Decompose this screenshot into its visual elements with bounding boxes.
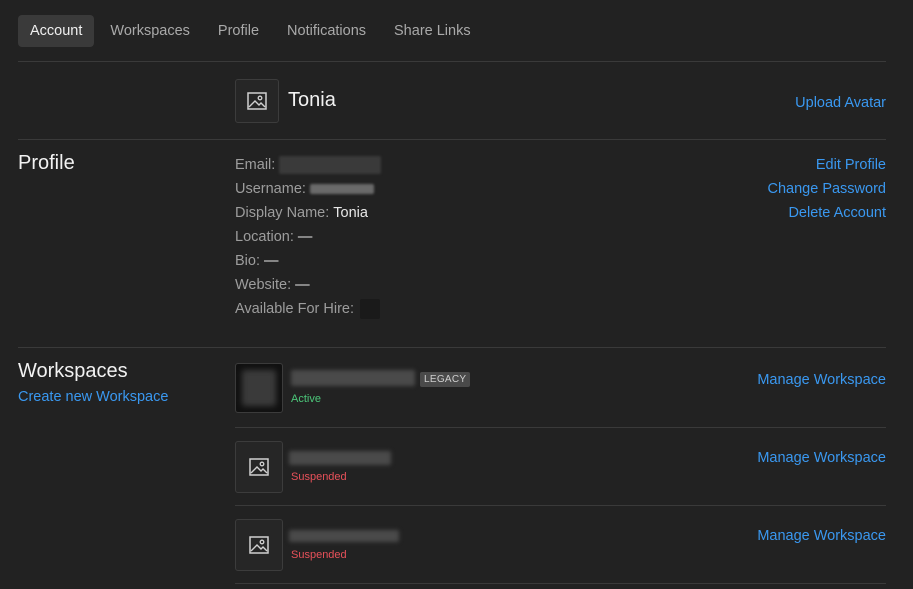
location-value: — [297, 229, 313, 245]
workspace-name-redacted [289, 451, 391, 465]
image-placeholder-icon [247, 92, 267, 110]
workspace-thumbnail [235, 441, 283, 493]
divider [235, 427, 886, 428]
upload-avatar-link[interactable]: Upload Avatar [795, 95, 886, 111]
divider [235, 505, 886, 506]
workspaces-section-title: Workspaces [18, 360, 128, 382]
create-workspace-link[interactable]: Create new Workspace [18, 389, 168, 405]
manage-workspace-link[interactable]: Manage Workspace [757, 528, 886, 544]
available-for-hire-field: Available For Hire: [235, 299, 381, 319]
change-password-link[interactable]: Change Password [768, 181, 887, 197]
tab-workspaces[interactable]: Workspaces [98, 15, 202, 47]
email-field: Email: [235, 155, 382, 175]
bio-value: — [264, 253, 279, 269]
username-value-redacted [309, 184, 374, 194]
avatar[interactable] [235, 79, 279, 123]
image-placeholder-icon [249, 458, 269, 476]
settings-tabs: Account Workspaces Profile Notifications… [18, 15, 487, 47]
delete-account-link[interactable]: Delete Account [788, 205, 886, 221]
manage-workspace-link[interactable]: Manage Workspace [757, 450, 886, 466]
website-label: Website: [235, 277, 292, 293]
website-value: — [295, 277, 310, 293]
image-placeholder-icon [249, 536, 269, 554]
divider [235, 583, 886, 584]
edit-profile-link[interactable]: Edit Profile [816, 157, 886, 173]
divider [18, 139, 886, 140]
location-label: Location: [235, 229, 294, 245]
divider [18, 61, 886, 62]
display-name-heading: Tonia [288, 89, 336, 111]
website-field: Website: — [235, 275, 310, 295]
email-label: Email: [235, 157, 276, 173]
workspace-name-redacted [289, 530, 399, 542]
workspace-status: Suspended [291, 471, 347, 483]
display-name-value: Tonia [333, 205, 368, 221]
tab-share-links[interactable]: Share Links [382, 15, 483, 47]
tab-account[interactable]: Account [18, 15, 95, 47]
tab-profile[interactable]: Profile [206, 15, 271, 47]
manage-workspace-link[interactable]: Manage Workspace [757, 372, 886, 388]
location-field: Location: — [235, 227, 312, 247]
workspace-thumbnail [235, 519, 283, 571]
display-name-label: Display Name: [235, 205, 330, 221]
tab-notifications[interactable]: Notifications [275, 15, 378, 47]
divider [18, 347, 886, 348]
workspace-thumbnail [235, 363, 283, 413]
workspace-status: Active [291, 393, 321, 405]
workspace-status: Suspended [291, 549, 347, 561]
bio-label: Bio: [235, 253, 260, 269]
username-field: Username: [235, 179, 374, 199]
available-for-hire-value-redacted [360, 299, 381, 319]
profile-section-title: Profile [18, 152, 75, 174]
workspace-name-redacted [291, 370, 415, 386]
email-value-redacted [279, 156, 382, 174]
available-for-hire-label: Available For Hire: [235, 301, 355, 317]
bio-field: Bio: — [235, 251, 279, 271]
username-label: Username: [235, 181, 306, 197]
display-name-field: Display Name: Tonia [235, 203, 368, 223]
legacy-badge: LEGACY [420, 372, 471, 387]
